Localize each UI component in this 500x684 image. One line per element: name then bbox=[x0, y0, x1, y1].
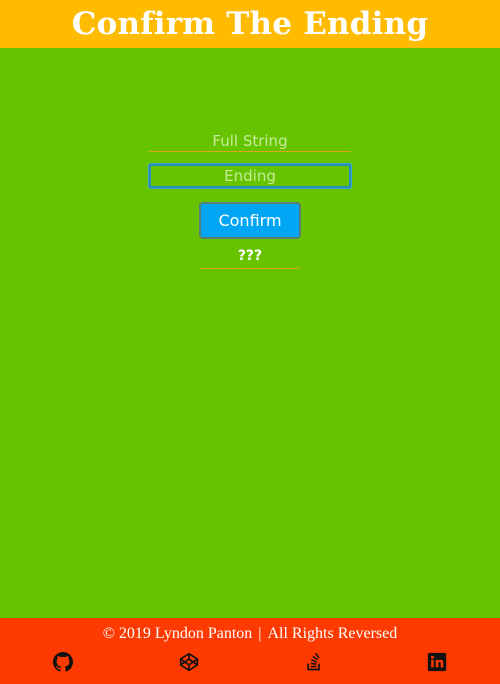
page-footer: © 2019 Lyndon Panton | All Rights Reversed bbox=[0, 618, 500, 684]
codepen-icon bbox=[179, 652, 199, 672]
page-title: Confirm The Ending bbox=[71, 6, 429, 42]
codepen-link[interactable] bbox=[178, 651, 200, 673]
rights-text: All Rights Reversed bbox=[267, 625, 398, 642]
stackoverflow-link[interactable] bbox=[303, 651, 325, 673]
stackoverflow-icon bbox=[304, 652, 324, 672]
footer-text: © 2019 Lyndon Panton | All Rights Reversed bbox=[0, 625, 500, 643]
result-output: ??? bbox=[200, 248, 300, 269]
ending-input[interactable] bbox=[149, 164, 351, 188]
linkedin-icon bbox=[427, 652, 447, 672]
linkedin-link[interactable] bbox=[426, 651, 448, 673]
confirm-button[interactable]: Confirm bbox=[199, 202, 301, 239]
github-link[interactable] bbox=[52, 651, 74, 673]
copyright-text: © 2019 Lyndon Panton bbox=[102, 625, 253, 642]
full-string-input[interactable] bbox=[149, 130, 351, 152]
footer-separator: | bbox=[258, 625, 262, 642]
page-header: Confirm The Ending bbox=[0, 0, 500, 48]
main-content: Confirm ??? bbox=[0, 48, 500, 618]
github-icon bbox=[53, 652, 73, 672]
